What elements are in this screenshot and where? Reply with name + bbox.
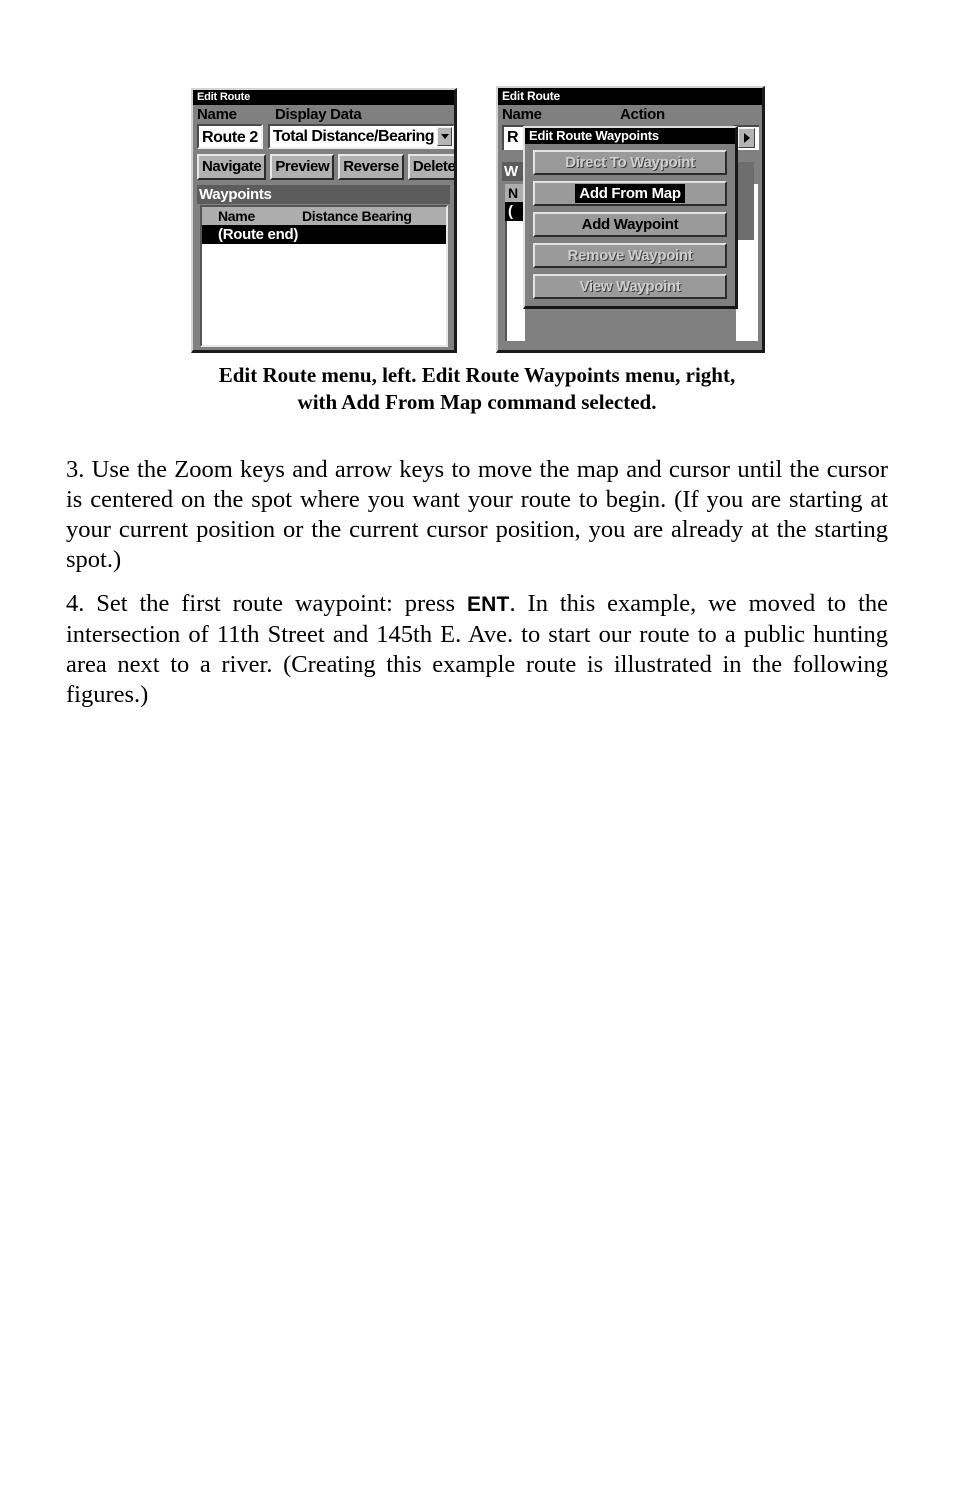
- action-label: Action: [620, 106, 665, 123]
- background-waypoints-header: W: [502, 162, 524, 181]
- waypoints-list[interactable]: Name Distance Bearing (Route end): [200, 205, 448, 347]
- display-data-value: Total Distance/Bearing: [272, 128, 435, 145]
- dialog-titlebar: Edit Route Waypoints: [525, 128, 735, 144]
- figure-caption: Edit Route menu, left. Edit Route Waypoi…: [120, 362, 834, 416]
- paragraph-step-3: 3. Use the Zoom keys and arrow keys to m…: [66, 455, 888, 573]
- preview-button[interactable]: Preview: [270, 154, 335, 180]
- reverse-button[interactable]: Reverse: [338, 154, 404, 180]
- figure-caption-line2: with Add From Map command selected.: [297, 390, 657, 414]
- remove-waypoint-button[interactable]: Remove Waypoint: [533, 243, 727, 268]
- waypoints-section-header: Waypoints: [197, 185, 450, 204]
- background-route-name-input: R: [502, 125, 524, 150]
- column-header-name: Name: [218, 208, 255, 224]
- add-from-map-label: Add From Map: [575, 184, 685, 203]
- navigate-button[interactable]: Navigate: [197, 154, 267, 180]
- add-waypoint-label: Add Waypoint: [581, 216, 679, 233]
- name-label: Name: [197, 106, 237, 123]
- edit-route-panel: Edit Route Name Display Data Route 2 Tot…: [191, 88, 457, 353]
- field-inputs-row: Route 2 Total Distance/Bearing: [193, 124, 454, 149]
- edit-route-titlebar: Edit Route: [193, 90, 454, 105]
- display-data-label: Display Data: [275, 106, 362, 123]
- ent-key-label: ENT: [466, 592, 510, 616]
- edit-route-waypoints-dialog: Edit Route Waypoints Direct To Waypoint …: [523, 126, 738, 309]
- display-data-select[interactable]: Total Distance/Bearing: [267, 124, 454, 149]
- background-list-white: [505, 221, 525, 341]
- figure-caption-line1: Edit Route menu, left. Edit Route Waypoi…: [218, 363, 736, 387]
- edit-route-titlebar-right: Edit Route: [498, 88, 762, 105]
- view-waypoint-label: View Waypoint: [579, 278, 681, 295]
- add-from-map-button[interactable]: Add From Map: [533, 181, 727, 206]
- step-4-text-before: 4. Set the first route waypoint: press: [66, 589, 467, 617]
- remove-waypoint-label: Remove Waypoint: [567, 247, 693, 264]
- field-labels-row: Name Display Data: [193, 105, 454, 124]
- edit-route-waypoints-panel: Edit Route Name Action R W N ( Edit Rout…: [496, 86, 765, 353]
- view-waypoint-button[interactable]: View Waypoint: [533, 274, 727, 299]
- direct-to-waypoint-label: Direct To Waypoint: [565, 154, 695, 171]
- route-action-buttons: Navigate Preview Reverse Delete: [193, 149, 454, 180]
- paragraph-step-4: 4. Set the first route waypoint: press E…: [66, 589, 888, 710]
- background-list-item: (: [505, 202, 525, 221]
- name-label-right: Name: [502, 106, 542, 123]
- chevron-down-icon[interactable]: [437, 127, 453, 146]
- direct-to-waypoint-button[interactable]: Direct To Waypoint: [533, 150, 727, 175]
- delete-button[interactable]: Delete: [407, 154, 454, 180]
- column-header-distance-bearing: Distance Bearing: [302, 208, 412, 224]
- background-column-header-name: N: [505, 184, 525, 202]
- field-labels-row-right: Name Action: [498, 105, 762, 124]
- route-name-input[interactable]: Route 2: [197, 124, 263, 149]
- list-item[interactable]: (Route end): [202, 225, 446, 244]
- chevron-right-icon[interactable]: [738, 128, 755, 148]
- figure-gps-screens: Edit Route Name Display Data Route 2 Tot…: [0, 0, 954, 353]
- add-waypoint-button[interactable]: Add Waypoint: [533, 212, 727, 237]
- waypoints-list-header: Name Distance Bearing: [202, 207, 446, 225]
- scrollbar-thumb[interactable]: [738, 202, 754, 240]
